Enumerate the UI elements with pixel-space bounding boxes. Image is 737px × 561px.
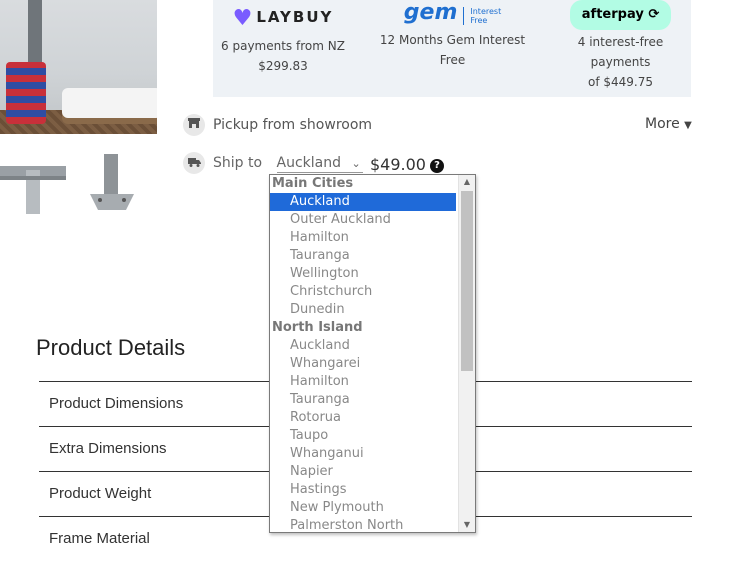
towel — [6, 62, 46, 124]
question-circle-icon[interactable]: ? — [429, 158, 444, 173]
optgroup-north-island: North Island — [272, 320, 363, 335]
ship-to-dropdown-list[interactable]: Main Cities Auckland Outer Auckland Hami… — [269, 174, 476, 533]
option-new-plymouth[interactable]: New Plymouth — [270, 499, 458, 517]
afterpay-option[interactable]: afterpay ⟳ 4 interest-free payments of $… — [550, 0, 691, 92]
laybuy-line2: $299.83 — [258, 59, 308, 73]
gem-line1: 12 Months Gem Interest — [379, 33, 526, 47]
option-hastings[interactable]: Hastings — [270, 481, 458, 499]
option-tauranga[interactable]: Tauranga — [270, 247, 458, 265]
pickup-label: Pickup from showroom — [213, 117, 373, 133]
option-dunedin[interactable]: Dunedin — [270, 301, 458, 319]
ship-option: Ship to Auckland ⌄ — [183, 152, 363, 174]
scroll-down-arrow-icon[interactable]: ▼ — [459, 518, 475, 532]
ship-to-select[interactable]: Auckland ⌄ — [276, 155, 363, 173]
more-button[interactable]: More ▼ — [645, 116, 692, 132]
scroll-up-arrow-icon[interactable]: ▲ — [459, 175, 475, 189]
scrollbar-thumb[interactable] — [461, 191, 473, 371]
option-rotorua[interactable]: Rotorua — [270, 409, 458, 427]
laybuy-logo: LAYBUY — [256, 8, 334, 26]
afterpay-logo: afterpay ⟳ — [569, 0, 672, 30]
option-auckland[interactable]: Auckland — [270, 193, 456, 211]
laybuy-option[interactable]: ♥ LAYBUY 6 payments from NZ $299.83 — [213, 0, 353, 76]
more-label: More — [645, 116, 680, 132]
option-auckland-ni[interactable]: Auckland — [270, 337, 458, 355]
laybuy-line1: 6 payments from NZ — [221, 39, 345, 53]
option-whanganui[interactable]: Whanganui — [270, 445, 458, 463]
gem-line2: Free — [439, 53, 466, 67]
option-christchurch[interactable]: Christchurch — [270, 283, 458, 301]
product-main-image[interactable] — [0, 0, 157, 134]
option-wellington[interactable]: Wellington — [270, 265, 458, 283]
option-hamilton[interactable]: Hamilton — [270, 229, 458, 247]
caret-down-icon: ▼ — [684, 120, 692, 131]
gem-logo: gem — [403, 0, 458, 25]
product-thumbnail-2[interactable] — [86, 150, 138, 220]
gem-option[interactable]: gem Interest Free 12 Months Gem Interest F… — [375, 0, 530, 70]
product-thumbnail-1[interactable] — [0, 148, 66, 218]
ship-to-label: Ship to — [213, 155, 263, 171]
truck-icon — [183, 152, 205, 174]
dropdown-scrollbar[interactable]: ▲ ▼ — [458, 175, 475, 532]
gem-interest-free-tag: Interest Free — [463, 6, 501, 25]
laybuy-heart-icon: ♥ — [232, 5, 253, 31]
option-taupo[interactable]: Taupo — [270, 427, 458, 445]
option-whangarei[interactable]: Whangarei — [270, 355, 458, 373]
ship-to-value: Auckland — [276, 155, 341, 171]
shipping-price: $49.00? — [370, 155, 444, 174]
option-napier[interactable]: Napier — [270, 463, 458, 481]
optgroup-main-cities: Main Cities — [272, 176, 354, 191]
cushion — [62, 88, 157, 118]
option-tauranga-ni[interactable]: Tauranga — [270, 391, 458, 409]
product-details-title: Product Details — [36, 335, 186, 360]
afterpay-line1: 4 interest-free payments — [577, 35, 664, 69]
payment-options-panel: ♥ LAYBUY 6 payments from NZ $299.83 gem In… — [213, 0, 691, 97]
store-icon — [183, 114, 205, 136]
afterpay-line2: of $449.75 — [587, 75, 653, 89]
option-hamilton-ni[interactable]: Hamilton — [270, 373, 458, 391]
pickup-option[interactable]: Pickup from showroom — [183, 114, 372, 136]
chevron-down-icon: ⌄ — [351, 157, 361, 170]
option-palmerston-north[interactable]: Palmerston North — [270, 517, 458, 532]
option-outer-auckland[interactable]: Outer Auckland — [270, 211, 458, 229]
dropdown-options: Main Cities Auckland Outer Auckland Hami… — [270, 175, 458, 532]
